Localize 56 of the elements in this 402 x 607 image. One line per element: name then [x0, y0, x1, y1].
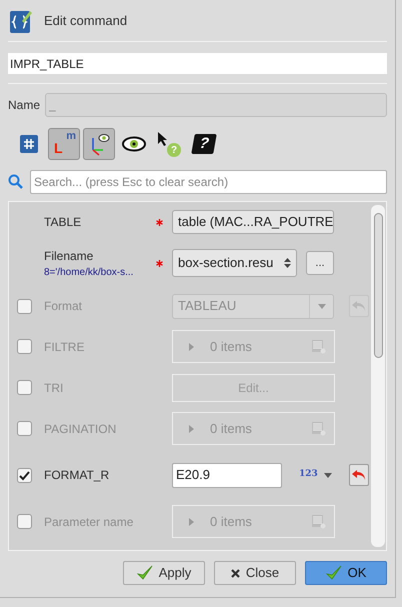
undo-button[interactable]: [348, 464, 368, 486]
parameter-label: TABLE: [44, 214, 82, 231]
hash-icon[interactable]: [20, 135, 38, 153]
select-dropdown[interactable]: table (MAC...RA_POUTRE: [172, 210, 334, 234]
checkbox[interactable]: [17, 380, 32, 395]
parameter-label: Format: [44, 298, 84, 315]
ok-button[interactable]: OK: [305, 561, 387, 585]
name-label: Name: [8, 96, 40, 114]
item-count: 0 items: [210, 420, 253, 438]
close-button[interactable]: Close: [214, 561, 296, 585]
close-icon: [230, 568, 240, 578]
parameter-label: Parameter name: [44, 514, 134, 530]
help-book[interactable]: ?: [191, 134, 217, 154]
undo-arrow-icon: [350, 300, 366, 312]
text-input[interactable]: E20.9: [172, 462, 282, 488]
list-add-icon: [311, 514, 326, 529]
cursor-icon: [157, 131, 169, 147]
search-icon: [8, 174, 24, 190]
checkmark-icon: [136, 565, 153, 581]
parameter-label: FORMAT_R: [44, 467, 110, 484]
command-name-field[interactable]: IMPR_TABLE: [8, 53, 387, 74]
checkbox[interactable]: [17, 339, 32, 354]
unit-letter: L: [54, 139, 63, 158]
file-path: 8='/home/kk/box-s...: [44, 266, 134, 280]
expand-arrow-icon: [189, 518, 194, 526]
checkbox[interactable]: [17, 298, 32, 314]
parameter-label: FILTRE: [44, 338, 86, 356]
parameter-label: Filename: [44, 248, 94, 264]
search-field[interactable]: Search... (press Esc to clear search): [30, 170, 387, 194]
list-add-icon: [311, 339, 326, 354]
dropdown-arrow-icon: [324, 472, 332, 478]
checkbox[interactable]: [17, 468, 32, 482]
item-count: 0 items: [210, 338, 253, 356]
checkbox[interactable]: [17, 421, 32, 436]
browse-button[interactable]: ...: [306, 251, 334, 275]
apply-button[interactable]: Apply: [123, 561, 205, 585]
eye-icon[interactable]: [122, 136, 146, 152]
undo-arrow-icon: [350, 469, 366, 481]
parameter-label: TRI: [44, 380, 64, 396]
list-add-icon: [311, 421, 326, 436]
toggle-button[interactable]: [83, 128, 115, 160]
item-count: 0 items: [210, 512, 253, 531]
unit-letter: m: [66, 129, 76, 144]
select-dropdown[interactable]: box-section.resu: [172, 249, 297, 277]
checkbox[interactable]: [17, 514, 32, 529]
expand-arrow-icon: [189, 424, 194, 432]
scrollbar-thumb[interactable]: [374, 213, 382, 358]
spinner-arrows-icon: [284, 257, 291, 269]
window-title: Edit command: [44, 12, 128, 30]
app-logo-icon: [10, 8, 32, 32]
type-indicator[interactable]: 123: [299, 468, 318, 482]
expand-arrow-icon: [189, 342, 194, 350]
parameter-label: PAGINATION: [44, 420, 118, 438]
name-field[interactable]: _: [45, 92, 387, 116]
checkmark-icon: [326, 565, 342, 581]
dropdown-arrow-icon: [318, 304, 326, 308]
